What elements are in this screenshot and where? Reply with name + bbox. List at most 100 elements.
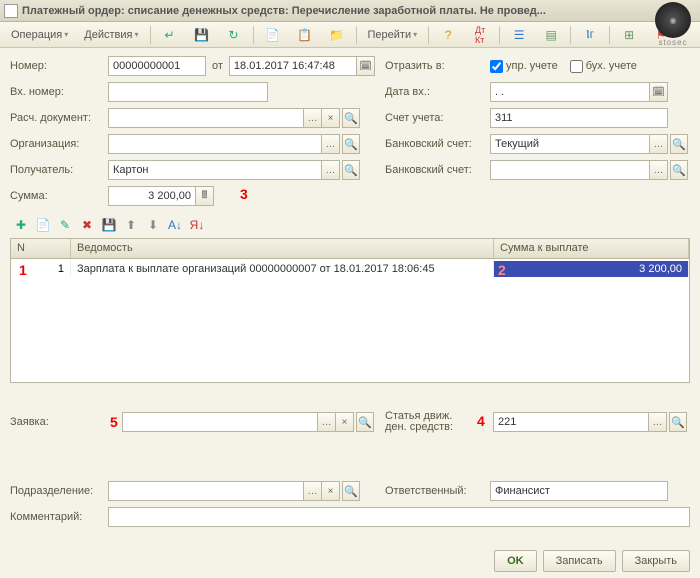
number-input[interactable] [108, 56, 206, 76]
annotation-5: 5 [110, 414, 118, 430]
return-icon[interactable]: ↵ [155, 25, 185, 45]
annotation-2: 2 [498, 262, 506, 278]
account-label: Счет учета: [385, 112, 490, 124]
sum-label: Сумма: [10, 190, 108, 202]
request-label: Заявка: [10, 416, 108, 428]
ok-button[interactable]: OK [494, 550, 537, 572]
window-title: Платежный ордер: списание денежных средс… [22, 5, 696, 17]
reflect-label: Отразить в: [385, 60, 490, 72]
col-n[interactable]: N [11, 239, 71, 258]
date-in-input[interactable] [490, 82, 650, 102]
operation-menu[interactable]: Операция▾ [4, 25, 75, 45]
main-toolbar: Операция▾ Действия▾ ↵ 💾 ↻ 📄 📋 📁 Перейти▾… [0, 22, 700, 48]
comment-label: Комментарий: [10, 511, 108, 523]
help-icon[interactable]: ? [433, 25, 463, 45]
dots1-icon[interactable]: … [304, 108, 322, 128]
edit-row-icon[interactable]: ✎ [56, 216, 74, 234]
logo: ◉ stosec [648, 2, 698, 42]
refresh-icon[interactable]: ↻ [219, 25, 249, 45]
lookup4-icon[interactable]: 🔍 [342, 160, 360, 180]
request-input[interactable] [122, 412, 318, 432]
responsible-input[interactable] [490, 481, 668, 501]
folder-icon[interactable]: 📁 [322, 25, 352, 45]
clear2-icon[interactable]: × [336, 412, 354, 432]
calc-icon[interactable]: 🖩 [196, 186, 214, 206]
subdiv-input[interactable] [108, 481, 304, 501]
settlement-label: Расч. документ: [10, 112, 108, 124]
goto-menu[interactable]: Перейти▾ [361, 25, 425, 45]
dots6-icon[interactable]: … [318, 412, 336, 432]
incoming-input[interactable] [108, 82, 268, 102]
list-icon[interactable]: ☰ [504, 25, 534, 45]
date-in-label: Дата вх.: [385, 86, 490, 98]
calendar-icon[interactable]: 🗓 [357, 56, 375, 76]
annotation-1: 1 [19, 262, 27, 278]
bugh-checkbox[interactable]: бух. учете [570, 60, 637, 73]
clear3-icon[interactable]: × [322, 481, 340, 501]
close-button[interactable]: Закрыть [622, 550, 690, 572]
bank2-label: Банковский счет: [385, 164, 490, 176]
col-statement[interactable]: Ведомость [71, 239, 494, 258]
lookup3-icon[interactable]: 🔍 [670, 134, 688, 154]
tree-icon[interactable]: Ⲓг [575, 25, 605, 45]
lookup5-icon[interactable]: 🔍 [670, 160, 688, 180]
table-toolbar: ✚ 📄 ✎ ✖ 💾 ⬆ ⬇ A↓ Я↓ [10, 212, 690, 238]
title-bar: Платежный ордер: списание денежных средс… [0, 0, 700, 22]
bank1-input[interactable] [490, 134, 650, 154]
account-input[interactable] [490, 108, 668, 128]
date-input[interactable] [229, 56, 357, 76]
down-icon[interactable]: ⬇ [144, 216, 162, 234]
cashflow-label: Статья движ. ден. средств: [385, 411, 475, 433]
lookup6-icon[interactable]: 🔍 [356, 412, 374, 432]
actions-menu[interactable]: Действия▾ [77, 25, 145, 45]
lookup8-icon[interactable]: 🔍 [342, 481, 360, 501]
settlement-input[interactable] [108, 108, 304, 128]
table-icon[interactable]: ⊞ [614, 25, 644, 45]
sort-asc-icon[interactable]: A↓ [166, 216, 184, 234]
from-label: от [212, 60, 223, 72]
lookup2-icon[interactable]: 🔍 [342, 134, 360, 154]
number-label: Номер: [10, 60, 108, 72]
dots3-icon[interactable]: … [650, 134, 668, 154]
bank2-input[interactable] [490, 160, 650, 180]
responsible-label: Ответственный: [385, 485, 490, 497]
col-amount[interactable]: Сумма к выплате [494, 239, 689, 258]
clear1-icon[interactable]: × [322, 108, 340, 128]
org-input[interactable] [108, 134, 322, 154]
lookup1-icon[interactable]: 🔍 [342, 108, 360, 128]
recipient-input[interactable] [108, 160, 322, 180]
save-icon[interactable]: 💾 [187, 25, 217, 45]
mgmt-checkbox[interactable]: упр. учете [490, 60, 558, 73]
annotation-3: 3 [240, 186, 248, 202]
annotation-4: 4 [477, 413, 485, 429]
lookup7-icon[interactable]: 🔍 [669, 412, 687, 432]
subdiv-label: Подразделение: [10, 485, 108, 497]
up-icon[interactable]: ⬆ [122, 216, 140, 234]
add-row-icon[interactable]: ✚ [12, 216, 30, 234]
dkkt-icon[interactable]: ДтКт [465, 25, 495, 45]
footer-buttons: OK Записать Закрыть [494, 550, 690, 572]
copy-row-icon[interactable]: 📄 [34, 216, 52, 234]
bank1-label: Банковский счет: [385, 138, 490, 150]
doc2-icon[interactable]: 📋 [290, 25, 320, 45]
dots5-icon[interactable]: … [650, 160, 668, 180]
dots8-icon[interactable]: … [304, 481, 322, 501]
doc1-icon[interactable]: 📄 [258, 25, 288, 45]
table-row[interactable]: 1 1 Зарплата к выплате организаций 00000… [11, 259, 689, 279]
dots7-icon[interactable]: … [649, 412, 667, 432]
sort-desc-icon[interactable]: Я↓ [188, 216, 206, 234]
cashflow-input[interactable] [493, 412, 649, 432]
dots4-icon[interactable]: … [322, 160, 340, 180]
save-row-icon[interactable]: 💾 [100, 216, 118, 234]
incoming-label: Вх. номер: [10, 86, 108, 98]
sum-input[interactable] [108, 186, 196, 206]
calendar2-icon[interactable]: 🗓 [650, 82, 668, 102]
payments-grid: N Ведомость Сумма к выплате 1 1 Зарплата… [10, 238, 690, 383]
org-label: Организация: [10, 138, 108, 150]
delete-row-icon[interactable]: ✖ [78, 216, 96, 234]
document-icon [4, 4, 18, 18]
comment-input[interactable] [108, 507, 690, 527]
dots2-icon[interactable]: … [322, 134, 340, 154]
form-icon[interactable]: ▤ [536, 25, 566, 45]
save-button[interactable]: Записать [543, 550, 616, 572]
